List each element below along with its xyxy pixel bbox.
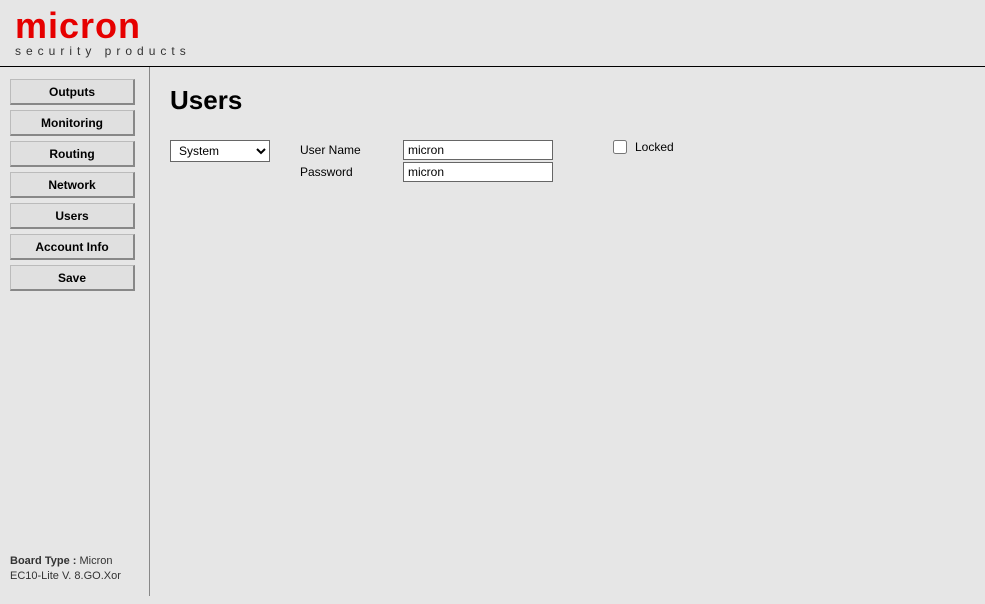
- sidebar-footer: Board Type : Micron EC10-Lite V. 8.GO.Xo…: [10, 554, 139, 585]
- user-type-select[interactable]: System: [170, 140, 270, 162]
- locked-area: Locked: [583, 140, 674, 154]
- user-form: System User Name Password Locked: [170, 140, 965, 182]
- credential-fields: User Name Password: [300, 140, 553, 182]
- username-input[interactable]: [403, 140, 553, 160]
- sidebar-nav: Outputs Monitoring Routing Network Users…: [10, 79, 139, 553]
- firmware-version: EC10-Lite V. 8.GO.Xor: [10, 569, 139, 584]
- sidebar-item-account-info[interactable]: Account Info: [10, 234, 135, 260]
- password-label: Password: [300, 165, 395, 179]
- brand-logo: micron: [15, 10, 970, 42]
- main-content: Users System User Name Password Locked: [150, 67, 985, 596]
- board-type-value: Micron: [76, 555, 112, 567]
- sidebar-item-monitoring[interactable]: Monitoring: [10, 110, 135, 136]
- sidebar: Outputs Monitoring Routing Network Users…: [0, 67, 150, 596]
- password-input[interactable]: [403, 162, 553, 182]
- sidebar-item-outputs[interactable]: Outputs: [10, 79, 135, 105]
- brand-tagline: security products: [15, 44, 970, 58]
- board-type-label: Board Type :: [10, 555, 76, 567]
- locked-label: Locked: [635, 140, 674, 154]
- username-label: User Name: [300, 143, 395, 157]
- sidebar-item-users[interactable]: Users: [10, 203, 135, 229]
- page-title: Users: [170, 85, 965, 116]
- locked-checkbox[interactable]: [613, 140, 627, 154]
- sidebar-item-save[interactable]: Save: [10, 265, 135, 291]
- header: micron security products: [0, 0, 985, 66]
- sidebar-item-routing[interactable]: Routing: [10, 141, 135, 167]
- sidebar-item-network[interactable]: Network: [10, 172, 135, 198]
